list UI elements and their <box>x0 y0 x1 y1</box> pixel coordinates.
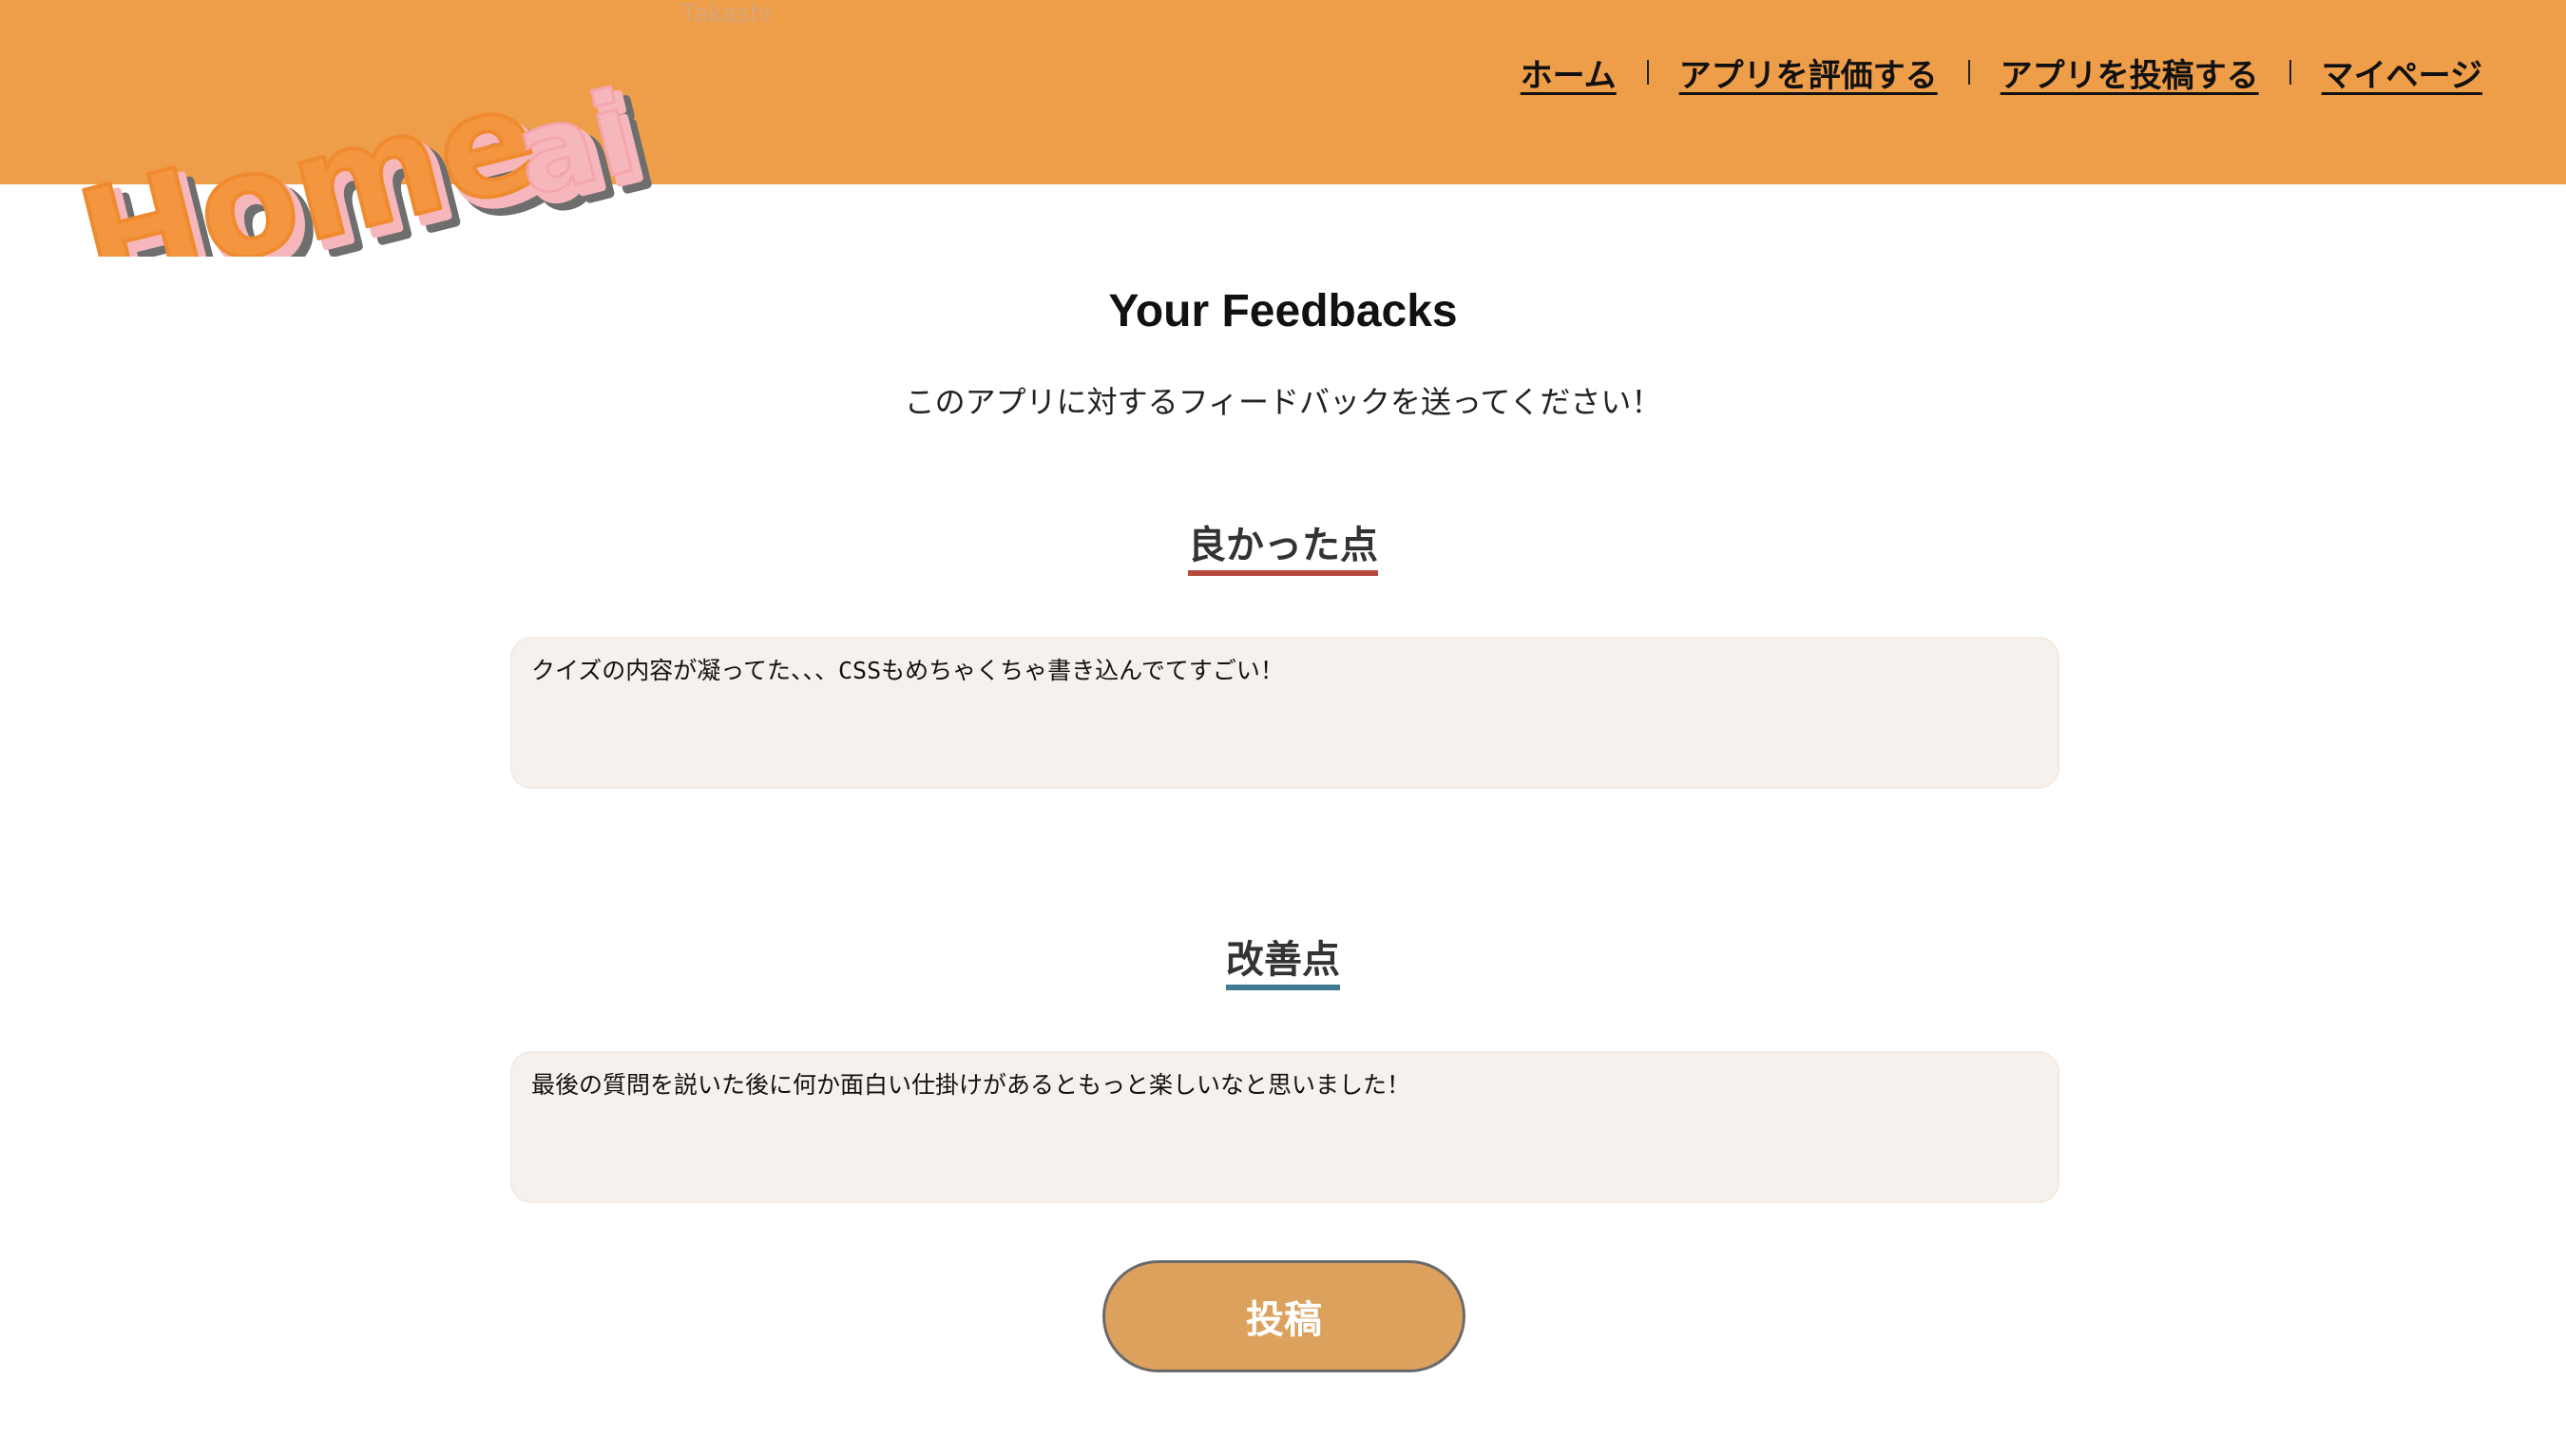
nav-divider <box>2288 60 2291 85</box>
good-points-textarea[interactable]: クイズの内容が凝ってた、、、CSSもめちゃくちゃ書き込んでてすごい！ <box>510 637 2059 789</box>
nav-mypage-link[interactable]: マイページ <box>2322 49 2482 96</box>
page-title: Your Feedbacks <box>1108 286 1458 336</box>
nav-divider <box>1646 60 1649 85</box>
homeai-logo[interactable]: Home ai Home ai Home ai <box>67 19 789 257</box>
submit-button[interactable]: 投稿 <box>1102 1260 1465 1372</box>
good-points-heading-text: 良かった点 <box>1188 523 1378 576</box>
site-header: Takashi Home ai Home ai Home ai ホーム アプリを… <box>0 0 2566 257</box>
svg-text:Home: Home <box>67 55 553 257</box>
nav-post-app-link[interactable]: アプリを投稿する <box>2001 49 2259 96</box>
homeai-logo-graphic: Home ai Home ai Home ai <box>67 53 667 257</box>
nav-rate-app-link[interactable]: アプリを評価する <box>1679 49 1938 96</box>
improvements-heading-text: 改善点 <box>1226 937 1340 990</box>
improvements-textarea[interactable]: 最後の質問を説いた後に何か面白い仕掛けがあるともっと楽しいなと思いました！ <box>510 1051 2059 1203</box>
improvements-heading: 改善点 <box>0 937 2566 990</box>
good-points-heading: 良かった点 <box>0 523 2566 576</box>
page-subtitle: このアプリに対するフィードバックを送ってください！ <box>904 384 1662 420</box>
feedback-page: Takashi Home ai Home ai Home ai ホーム アプリを… <box>0 0 2566 1456</box>
nav-divider <box>1967 60 1970 85</box>
nav-home-link[interactable]: ホーム <box>1521 49 1617 96</box>
main-nav: ホーム アプリを評価する アプリを投稿する マイページ <box>1521 49 2482 96</box>
